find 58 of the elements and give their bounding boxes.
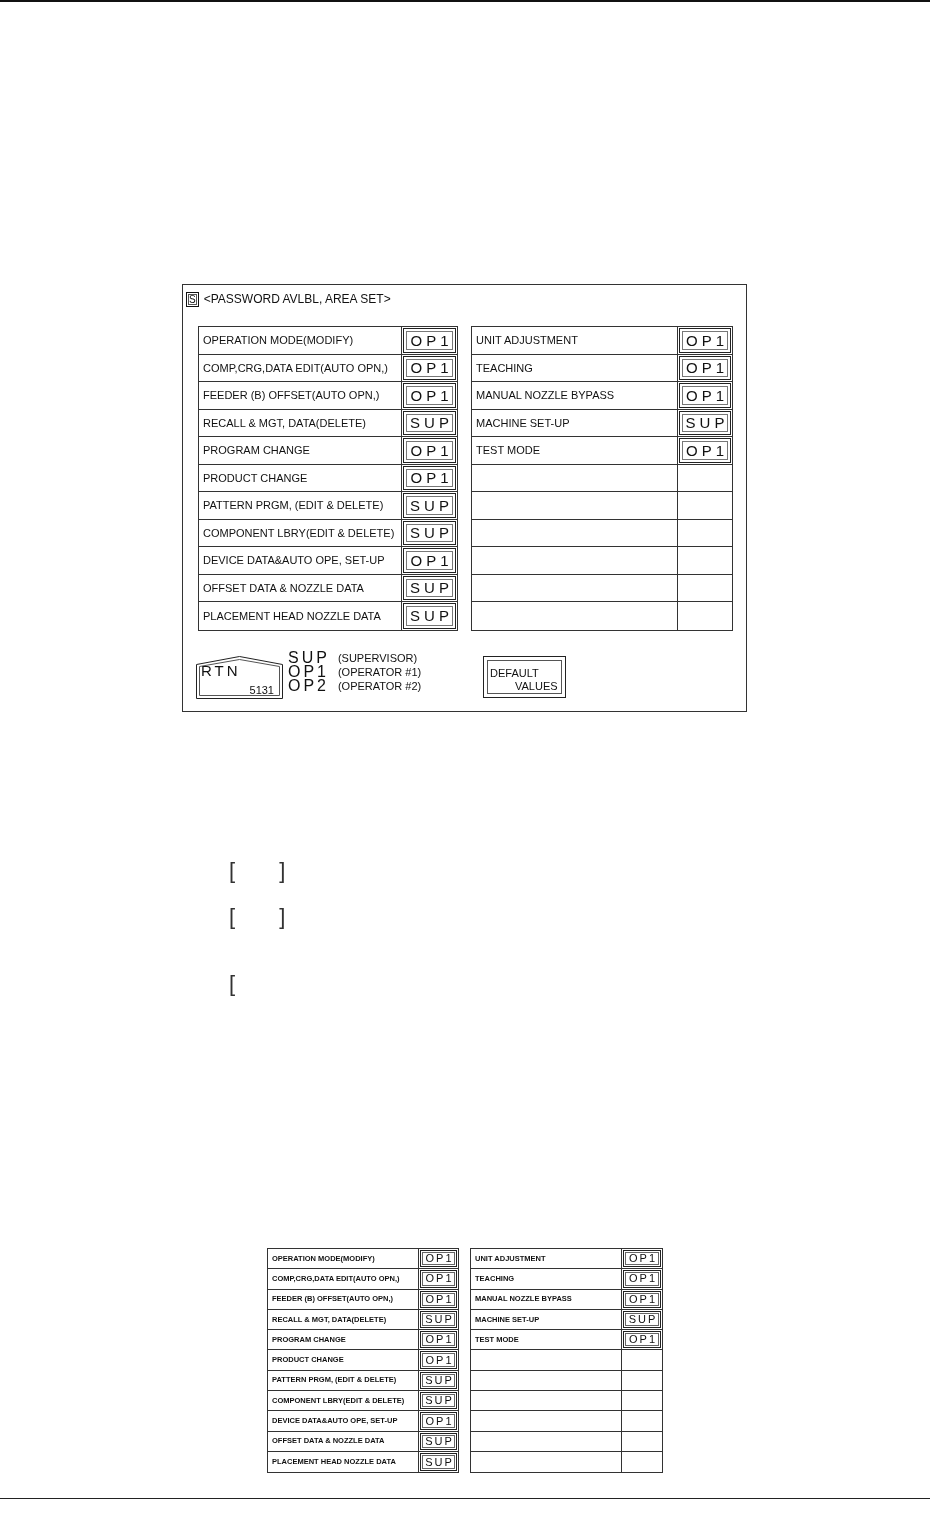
access-level-button[interactable]: OP1 (403, 438, 456, 463)
access-level-button[interactable]: SUP (420, 1392, 457, 1410)
access-description: (SUPERVISOR) (337, 650, 419, 665)
access-level-button[interactable]: OP1 (623, 1290, 661, 1308)
function-name: PRODUCT CHANGE (202, 470, 309, 486)
function-name: RECALL & MGT, DATA(DELETE) (202, 415, 367, 431)
access-level-button[interactable]: OP1 (623, 1250, 661, 1268)
function-name: OFFSET DATA & NOZZLE DATA (202, 580, 365, 596)
access-level-button[interactable]: SUP (420, 1432, 457, 1450)
access-level-button[interactable]: OP1 (420, 1270, 457, 1288)
access-level-button[interactable]: SUP (420, 1371, 457, 1390)
access-level-button[interactable]: OP1 (420, 1250, 457, 1268)
access-level-button[interactable]: OP1 (403, 355, 456, 380)
access-code: SUP (288, 650, 330, 665)
function-name: OPERATION MODE(MODIFY) (202, 333, 355, 349)
access-level-button[interactable]: OP1 (679, 383, 731, 408)
access-level-button[interactable]: OP1 (679, 355, 731, 380)
function-name: PROGRAM CHANGE (202, 443, 311, 459)
function-name: PLACEMENT HEAD NOZZLE DATA (202, 608, 382, 624)
access-level-button[interactable]: OP1 (420, 1290, 457, 1308)
access-level-button[interactable]: SUP (420, 1452, 457, 1472)
function-name: COMP,CRG,DATA EDIT(AUTO OPN,) (202, 360, 389, 376)
function-name: DEVICE DATA&AUTO OPE, SET-UP (202, 553, 386, 569)
screen-tag: S (186, 291, 199, 307)
default-values-button[interactable]: DEFAULT VALUES (483, 655, 566, 698)
return-button[interactable]: RTN 5131 (196, 655, 283, 699)
access-level-button[interactable]: SUP (403, 575, 456, 600)
access-description: (OPERATOR #1) (337, 664, 422, 679)
access-level-button[interactable]: OP1 (403, 328, 456, 353)
access-level-button[interactable]: OP1 (420, 1331, 457, 1349)
function-name: FEEDER (B) OFFSET(AUTO OPN,) (202, 388, 381, 404)
function-name: UNIT ADJUSTMENT (475, 333, 579, 349)
access-level-button[interactable]: SUP (420, 1310, 457, 1329)
access-level-button[interactable]: SUP (403, 493, 456, 518)
access-level-button[interactable]: OP1 (420, 1412, 457, 1430)
access-code: OP2 (288, 678, 330, 693)
access-code: OP1 (288, 664, 330, 679)
access-level-button[interactable]: OP1 (623, 1270, 661, 1288)
function-name: PATTERN PRGM, (EDIT & DELETE) (202, 498, 385, 514)
access-level-button[interactable]: SUP (403, 410, 456, 435)
access-level-button[interactable]: SUP (403, 520, 456, 545)
access-level-button[interactable]: SUP (623, 1310, 661, 1329)
function-name: COMPONENT LBRY(EDIT & DELETE) (202, 525, 396, 541)
access-level-button[interactable]: OP1 (403, 465, 456, 490)
access-level-button[interactable]: OP1 (623, 1331, 661, 1349)
access-level-button[interactable]: OP1 (679, 328, 731, 353)
function-name: TEACHING (475, 360, 534, 376)
access-level-button[interactable]: SUP (679, 410, 731, 435)
function-name: TEST MODE (475, 443, 541, 459)
function-name: MACHINE SET-UP (475, 415, 571, 431)
screen-title: <PASSWORD AVLBL, AREA SET> (203, 292, 391, 306)
access-level-button[interactable]: OP1 (679, 438, 731, 463)
access-level-button[interactable]: OP1 (420, 1351, 457, 1369)
access-description: (OPERATOR #2) (337, 678, 422, 693)
function-name: MANUAL NOZZLE BYPASS (475, 388, 616, 404)
access-level-button[interactable]: SUP (403, 603, 456, 629)
access-level-button[interactable]: OP1 (403, 548, 456, 573)
access-level-button[interactable]: OP1 (403, 383, 456, 408)
